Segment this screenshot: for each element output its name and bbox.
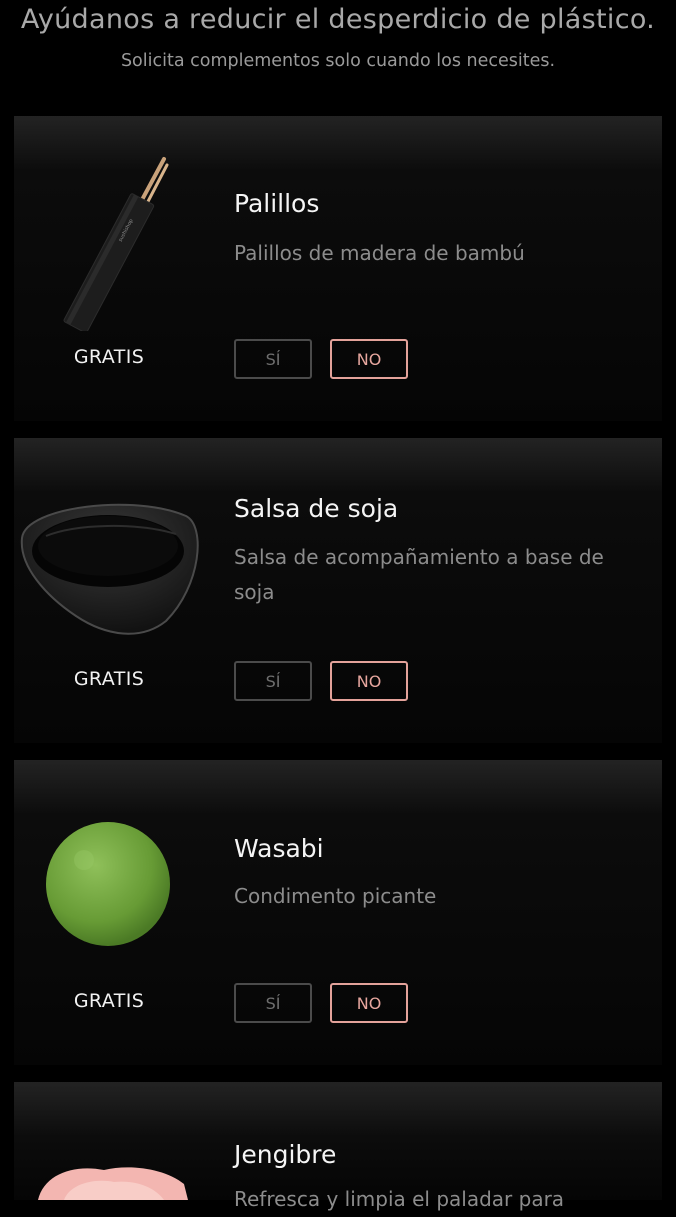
no-button[interactable]: NO bbox=[330, 339, 408, 379]
soy-sauce-dish-icon bbox=[20, 503, 199, 635]
addon-description: Condimento picante bbox=[234, 884, 437, 908]
wasabi-ball-icon bbox=[46, 822, 170, 946]
addon-name: Palillos bbox=[234, 189, 320, 218]
addon-name: Jengibre bbox=[234, 1140, 337, 1169]
addon-card-wasabi: Wasabi Condimento picante GRATIS SÍ NO bbox=[14, 760, 662, 1065]
chopsticks-icon: sushishop bbox=[63, 157, 169, 331]
addon-description: Palillos de madera de bambú bbox=[234, 241, 525, 265]
yes-button[interactable]: SÍ bbox=[234, 983, 312, 1023]
pickled-ginger-icon bbox=[38, 1167, 188, 1200]
page-subtitle: Solicita complementos solo cuando los ne… bbox=[120, 51, 556, 71]
yes-button[interactable]: SÍ bbox=[234, 339, 312, 379]
addon-card-soy-sauce: Salsa de soja Salsa de acompañamiento a … bbox=[14, 438, 662, 743]
addon-price: GRATIS bbox=[73, 990, 145, 1012]
no-button[interactable]: NO bbox=[330, 983, 408, 1023]
addon-card-chopsticks: sushishop Palillos Palillos de madera de… bbox=[14, 116, 662, 421]
addon-description: Salsa de acompañamiento a base de soja bbox=[234, 545, 604, 604]
addon-price: GRATIS bbox=[73, 346, 145, 368]
no-button[interactable]: NO bbox=[330, 661, 408, 701]
page-title: Ayúdanos a reducir el desperdicio de plá… bbox=[20, 4, 656, 35]
addon-name: Salsa de soja bbox=[234, 494, 399, 523]
addon-name: Wasabi bbox=[234, 834, 324, 863]
yes-button[interactable]: SÍ bbox=[234, 661, 312, 701]
addon-price: GRATIS bbox=[73, 668, 145, 690]
addon-card-ginger: Jengibre Refresca y limpia el paladar pa… bbox=[14, 1082, 662, 1211]
